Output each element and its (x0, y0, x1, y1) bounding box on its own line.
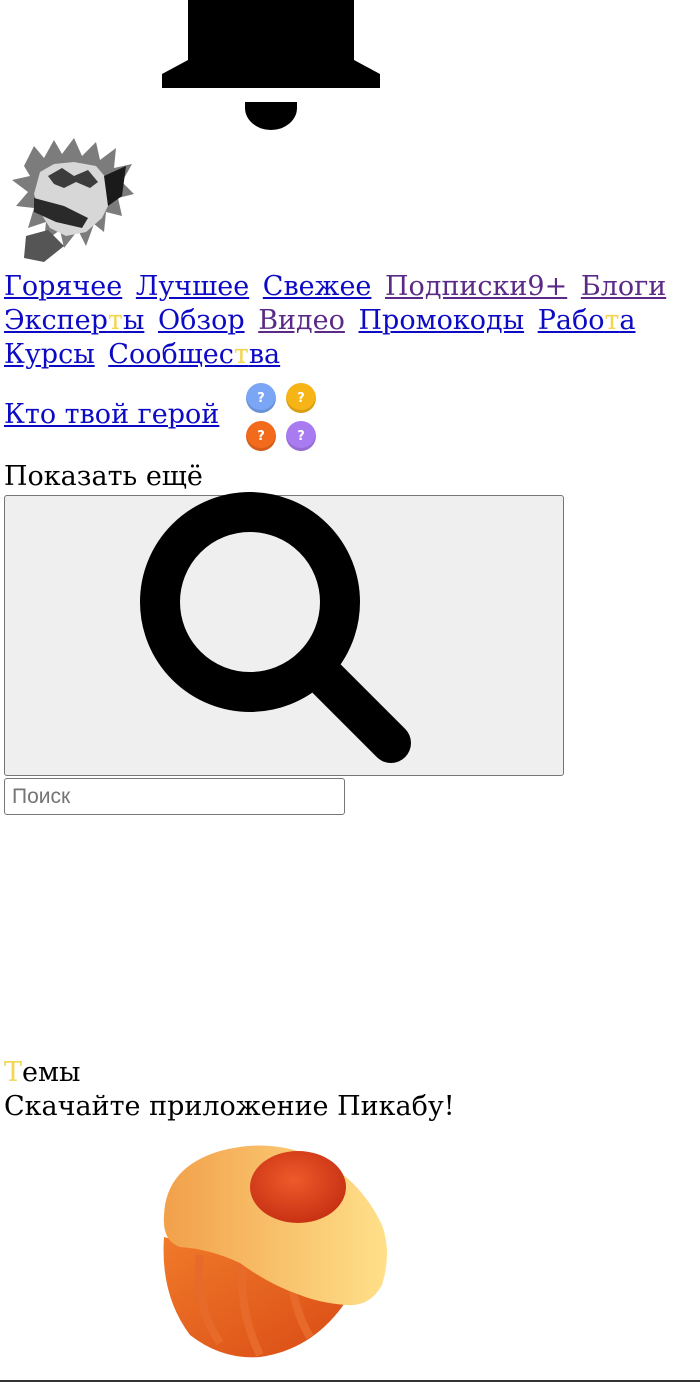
themes-highlight: Т (4, 1057, 23, 1088)
themes-heading[interactable]: Темы (4, 1056, 81, 1090)
nav-communities-highlight: т (233, 339, 249, 370)
nav-jobs-part-b: а (619, 305, 636, 336)
themes-rest: емы (22, 1057, 81, 1088)
nav-jobs[interactable]: Работа (538, 305, 636, 336)
nav-courses[interactable]: Курсы (4, 339, 95, 370)
nav-best[interactable]: Лучшее (136, 271, 249, 302)
nav-jobs-highlight: т (604, 305, 620, 336)
main-nav: Горячее Лучшее Свежее Подписки9+ Блоги Э… (4, 270, 684, 372)
bell-icon[interactable] (160, 0, 382, 130)
nav-communities-part-b: ва (248, 339, 281, 370)
hero-quiz-link[interactable]: Кто твой герой (4, 398, 219, 432)
search-icon (140, 491, 411, 763)
app-download-promo[interactable]: Скачайте приложение Пикабу! (4, 1090, 455, 1124)
nav-experts-part-a: Экспер (4, 305, 108, 336)
avatar[interactable] (4, 136, 134, 264)
search-input[interactable] (4, 778, 345, 815)
nav-subscriptions[interactable]: Подписки9+ (385, 271, 567, 302)
search-button[interactable] (4, 491, 564, 776)
nav-experts-part-b: ы (122, 305, 145, 336)
nav-hot[interactable]: Горячее (4, 271, 122, 302)
question-badge-blue[interactable]: ? (246, 383, 276, 413)
nav-jobs-part-a: Рабо (537, 305, 605, 336)
pikabu-cupcake-logo[interactable] (160, 1145, 388, 1360)
nav-experts[interactable]: Эксперты (4, 305, 144, 336)
question-badge-purple[interactable]: ? (286, 421, 316, 451)
question-badge-yellow[interactable]: ? (286, 383, 316, 413)
nav-experts-highlight: т (107, 305, 123, 336)
nav-new[interactable]: Свежее (263, 271, 372, 302)
nav-review[interactable]: Обзор (158, 305, 245, 336)
nav-video[interactable]: Видео (258, 305, 345, 336)
show-more-label[interactable]: Показать ещё (4, 460, 203, 494)
nav-communities[interactable]: Сообщества (108, 339, 280, 370)
nav-communities-part-a: Сообщес (108, 339, 234, 370)
nav-blogs[interactable]: Блоги (581, 271, 666, 302)
question-badge-orange[interactable]: ? (246, 421, 276, 451)
nav-promocodes[interactable]: Промокоды (359, 305, 525, 336)
